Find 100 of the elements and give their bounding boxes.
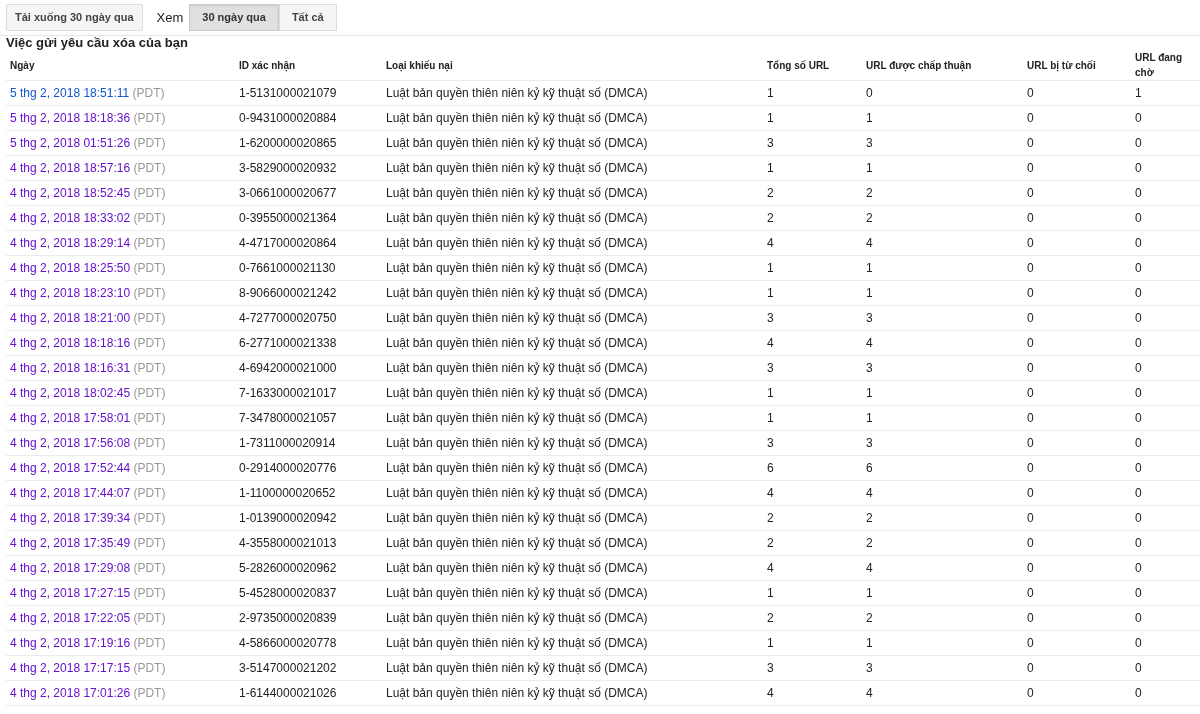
timezone-label: (PDT) [133,636,166,650]
date-link[interactable]: 4 thg 2, 2018 18:57:16 [10,161,131,175]
timezone-label: (PDT) [133,286,166,300]
date-link[interactable]: 4 thg 2, 2018 17:58:01 [10,411,131,425]
timezone-label: (PDT) [133,386,166,400]
date-link[interactable]: 4 thg 2, 2018 18:33:02 [10,211,131,225]
table-cell: Luật bản quyền thiên niên kỷ kỹ thuật số (DMCA) [382,355,763,381]
date-link[interactable]: 4 thg 2, 2018 18:52:45 [10,186,131,200]
table-cell: 1 [763,105,862,131]
table-cell: 7-3478000021057 [235,405,382,431]
table-cell: 4 [862,330,1023,356]
table-cell: 2-9735000020839 [235,605,382,631]
date-link[interactable]: 4 thg 2, 2018 18:18:16 [10,336,131,350]
table-cell: 0 [1023,255,1131,281]
timezone-label: (PDT) [133,436,166,450]
table-cell: 0 [1131,555,1200,581]
table-cell: 0 [1023,130,1131,156]
table-cell: Luật bản quyền thiên niên kỷ kỹ thuật số (DMCA) [382,280,763,306]
timezone-label: (PDT) [133,486,166,500]
table-cell: 0 [1131,280,1200,306]
date-link[interactable]: 4 thg 2, 2018 17:39:34 [10,511,131,525]
date-link[interactable]: 4 thg 2, 2018 18:02:45 [10,386,131,400]
table-cell: 3 [763,305,862,331]
table-cell: 0 [1131,680,1200,706]
table-cell: 3-5147000021202 [235,655,382,681]
table-cell: 1 [763,80,862,106]
table-cell: 0-7661000021130 [235,255,382,281]
date-link[interactable]: 4 thg 2, 2018 17:01:26 [10,686,131,700]
table-cell: 0 [1131,105,1200,131]
date-link[interactable]: 4 thg 2, 2018 17:29:08 [10,561,131,575]
table-cell: 1 [763,405,862,431]
date-link[interactable]: 5 thg 2, 2018 01:51:26 [10,136,131,150]
view-toggle[interactable]: 30 ngày qua [189,4,279,31]
table-cell: 4 [862,230,1023,256]
table-cell: 4 [862,555,1023,581]
table-cell: 7-1633000021017 [235,380,382,406]
table-cell: 0 [1023,680,1131,706]
table-cell: 0 [1131,405,1200,431]
date-link[interactable]: 4 thg 2, 2018 17:22:05 [10,611,131,625]
table-cell: 0 [1023,605,1131,631]
table-cell: 4-6942000021000 [235,355,382,381]
table-cell: 3 [862,655,1023,681]
view-toggle[interactable]: Tất cả [278,4,337,31]
table-cell: 0 [1131,430,1200,456]
download-button[interactable]: Tải xuống 30 ngày qua [6,4,143,31]
date-link[interactable]: 4 thg 2, 2018 17:52:44 [10,461,131,475]
column-header: URL đang chờ [1131,50,1200,81]
table-cell: 0 [1023,455,1131,481]
date-link[interactable]: 4 thg 2, 2018 18:29:14 [10,236,131,250]
table-cell: 0 [1023,80,1131,106]
table-cell: 1-0139000020942 [235,505,382,531]
column-header: Tổng số URL [763,50,862,81]
date-link[interactable]: 4 thg 2, 2018 17:44:07 [10,486,131,500]
table-cell: 2 [763,530,862,556]
date-link[interactable]: 5 thg 2, 2018 18:18:36 [10,111,131,125]
date-link[interactable]: 4 thg 2, 2018 18:16:31 [10,361,131,375]
table-cell: Luật bản quyền thiên niên kỷ kỹ thuật số (DMCA) [382,505,763,531]
table-cell: 0 [1023,155,1131,181]
table-cell: 1 [763,630,862,656]
section-title: Việc gửi yêu cầu xóa của bạn [5,36,189,50]
date-link[interactable]: 4 thg 2, 2018 17:35:49 [10,536,131,550]
view-label: Xem [156,8,184,27]
table-cell: 4-7277000020750 [235,305,382,331]
table-cell: 3 [763,655,862,681]
table-cell: 1 [763,580,862,606]
table-cell: Luật bản quyền thiên niên kỷ kỹ thuật số (DMCA) [382,480,763,506]
table-cell: Luật bản quyền thiên niên kỷ kỹ thuật số (DMCA) [382,80,763,106]
table-cell: Luật bản quyền thiên niên kỷ kỹ thuật số (DMCA) [382,230,763,256]
table-cell: Luật bản quyền thiên niên kỷ kỹ thuật số (DMCA) [382,430,763,456]
date-link[interactable]: 5 thg 2, 2018 18:51:11 [10,86,130,100]
table-cell: 3-0661000020677 [235,180,382,206]
table-cell: 6 [763,455,862,481]
table-cell: Luật bản quyền thiên niên kỷ kỹ thuật số (DMCA) [382,155,763,181]
table-cell: 0 [1131,255,1200,281]
table-cell: 4 [763,480,862,506]
date-link[interactable]: 4 thg 2, 2018 17:19:16 [10,636,131,650]
table-cell: 0 [1023,580,1131,606]
timezone-label: (PDT) [133,186,166,200]
table-cell: 3 [763,355,862,381]
table-cell: 0 [1023,630,1131,656]
date-link[interactable]: 4 thg 2, 2018 17:56:08 [10,436,131,450]
table-cell: 1-6144000021026 [235,680,382,706]
table-cell: 0 [1023,180,1131,206]
date-link[interactable]: 4 thg 2, 2018 17:27:15 [10,586,131,600]
date-link[interactable]: 4 thg 2, 2018 18:25:50 [10,261,131,275]
timezone-label: (PDT) [133,511,166,525]
table-cell: Luật bản quyền thiên niên kỷ kỹ thuật số (DMCA) [382,130,763,156]
timezone-label: (PDT) [133,536,166,550]
date-link[interactable]: 4 thg 2, 2018 18:23:10 [10,286,131,300]
date-link[interactable]: 4 thg 2, 2018 17:17:15 [10,661,131,675]
table-cell: 1-1100000020652 [235,480,382,506]
table-cell: 3 [862,305,1023,331]
timezone-label: (PDT) [133,161,166,175]
table-cell: Luật bản quyền thiên niên kỷ kỹ thuật số (DMCA) [382,605,763,631]
timezone-label: (PDT) [133,561,166,575]
table-cell: Luật bản quyền thiên niên kỷ kỹ thuật số (DMCA) [382,380,763,406]
table-cell: 4-4717000020864 [235,230,382,256]
table-cell: 0 [1131,530,1200,556]
table-cell: 3 [862,130,1023,156]
date-link[interactable]: 4 thg 2, 2018 18:21:00 [10,311,131,325]
